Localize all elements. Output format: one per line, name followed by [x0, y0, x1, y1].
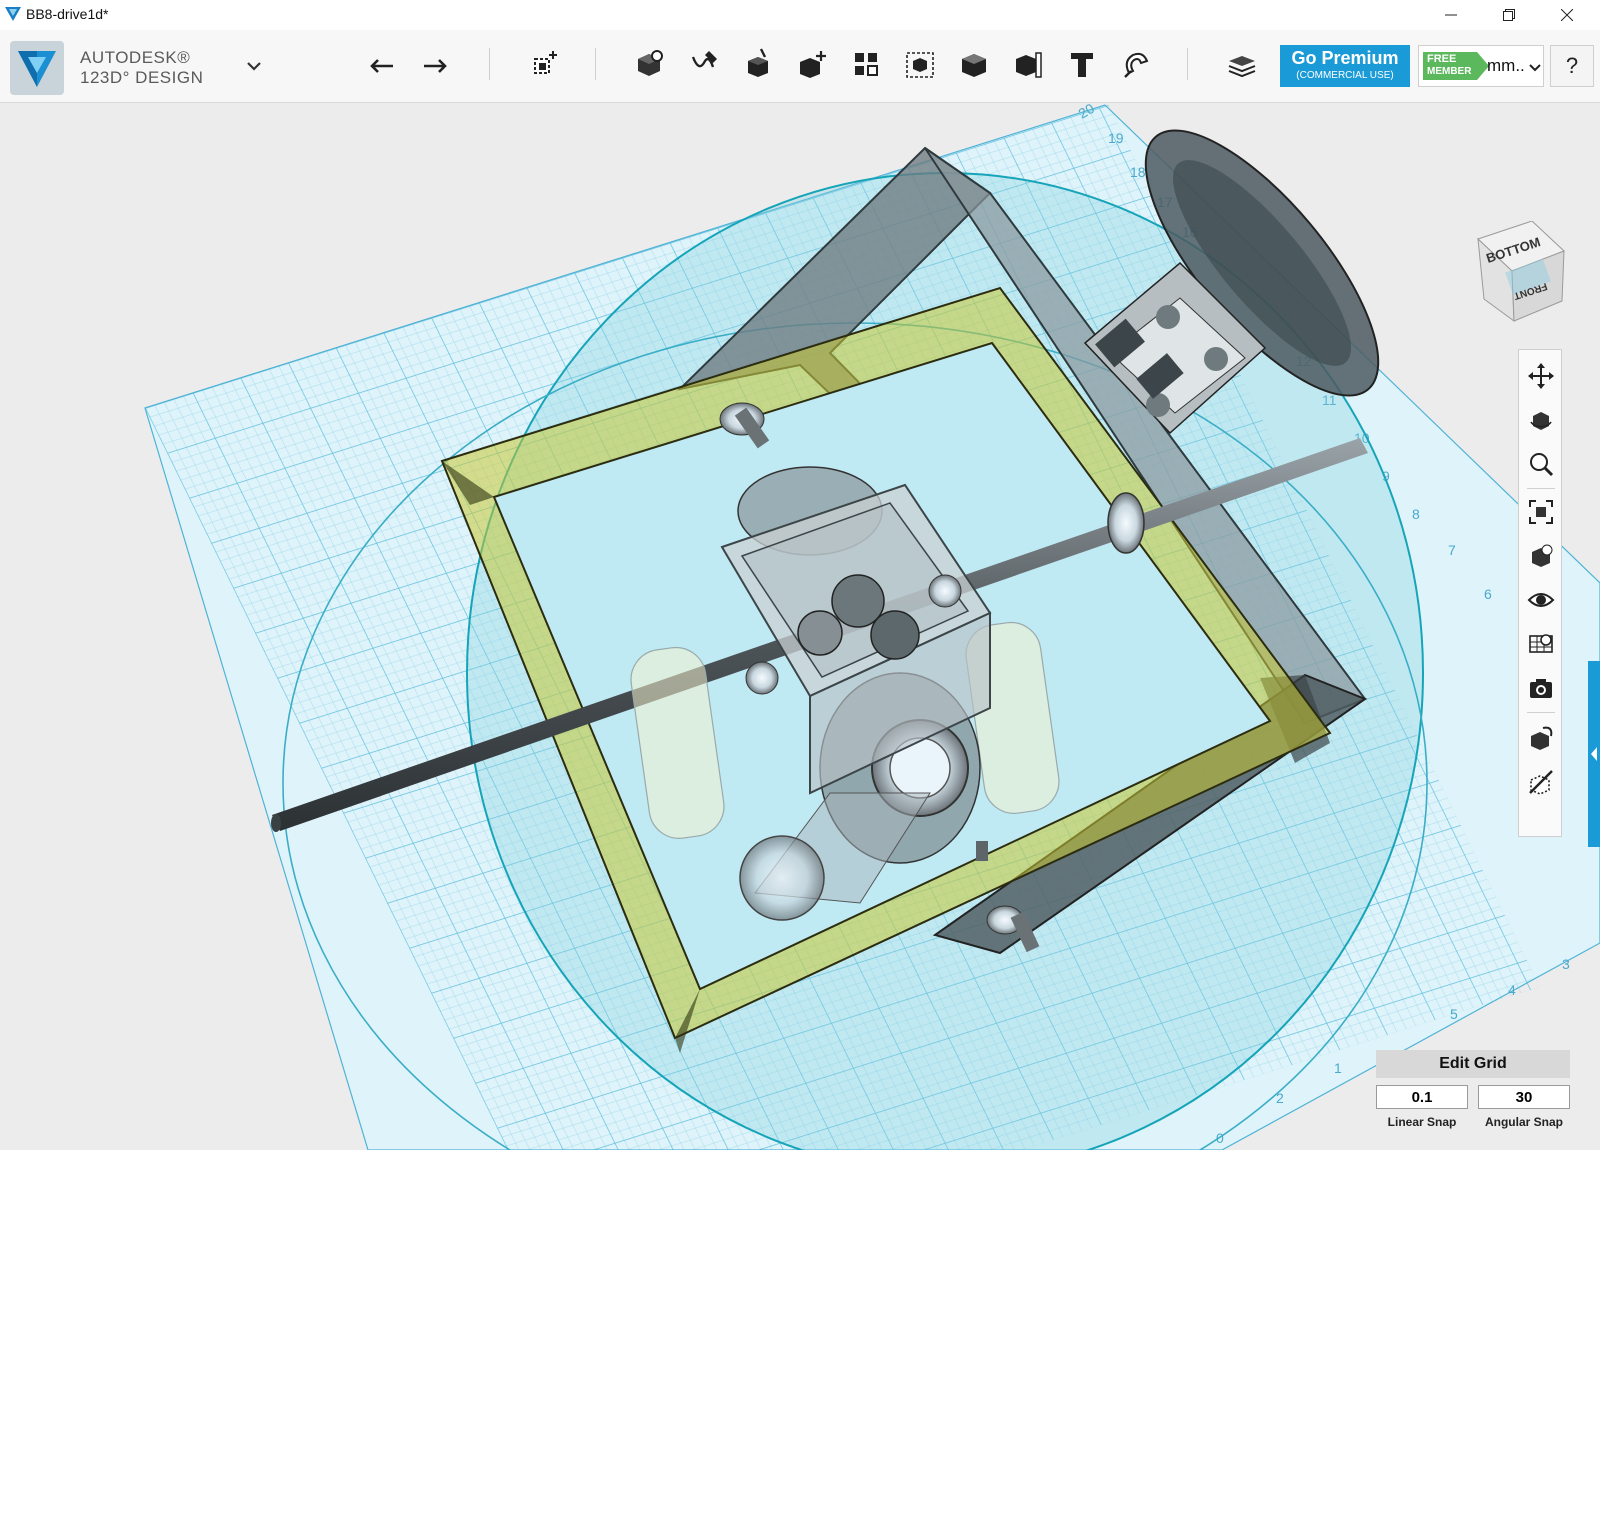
transform-icon — [534, 51, 557, 74]
sketch-button[interactable] — [682, 42, 726, 86]
screenshot-icon — [1530, 679, 1552, 698]
material-display-button[interactable] — [1525, 628, 1557, 660]
snap-icon — [1124, 52, 1149, 78]
badge-line1: FREE — [1427, 53, 1457, 65]
badge-line2: MEMBER — [1427, 66, 1472, 77]
combine-icon — [962, 54, 986, 77]
orbit-icon — [1530, 412, 1552, 430]
hide-icon — [1529, 770, 1553, 795]
pan-icon — [1528, 363, 1554, 389]
membership-units-dropdown[interactable]: FREE MEMBER mm.. — [1418, 45, 1544, 87]
fit-button[interactable] — [1525, 496, 1557, 528]
grouping-button[interactable] — [898, 42, 942, 86]
grid-label-19: 19 — [1108, 130, 1124, 146]
grid-label-6: 6 — [1484, 586, 1492, 602]
grid-label-4: 4 — [1508, 982, 1516, 998]
free-member-badge: FREE MEMBER — [1423, 52, 1489, 80]
grid-label-5: 5 — [1450, 1006, 1458, 1022]
snap-objects-icon — [1531, 726, 1553, 750]
3d-viewport[interactable]: 20 19 18 17 16 12 11 10 9 8 7 6 5 4 3 2 … — [0, 103, 1600, 1150]
side-panel-toggle[interactable] — [1588, 661, 1600, 847]
view-cube[interactable]: BOTTOM FRONT — [1474, 220, 1574, 331]
premium-subtitle: (COMMERCIAL USE) — [1296, 70, 1394, 81]
zoom-button[interactable] — [1525, 448, 1557, 480]
main-toolbar: AUTODESK® 123D° DESIGN Go Premium (COMME… — [0, 30, 1600, 103]
angular-snap-input[interactable] — [1478, 1085, 1570, 1109]
toolbar-divider — [489, 48, 490, 80]
text-icon — [1071, 53, 1093, 77]
hide-button[interactable] — [1525, 766, 1557, 798]
measure-button[interactable] — [1006, 42, 1050, 86]
undo-icon — [370, 59, 393, 73]
pan-button[interactable] — [1525, 360, 1557, 392]
pattern-button[interactable] — [844, 42, 888, 86]
combine-button[interactable] — [952, 42, 996, 86]
app-brand-logo[interactable] — [10, 41, 64, 95]
units-value: mm.. — [1487, 56, 1525, 75]
chevron-down-icon — [1529, 60, 1541, 78]
visibility-button[interactable] — [1525, 584, 1557, 616]
views-icon — [1532, 544, 1553, 567]
primitives-button[interactable] — [628, 42, 672, 86]
grid-label-1: 1 — [1334, 1060, 1342, 1076]
fit-icon — [1529, 500, 1553, 524]
brand-autodesk: AUTODESK® — [80, 48, 191, 67]
visibility-icon — [1527, 593, 1555, 607]
window-title: BB8-drive1d* — [26, 6, 109, 22]
construct-icon — [748, 48, 768, 77]
grouping-icon — [906, 52, 934, 78]
zoom-icon — [1530, 453, 1554, 477]
empty-area — [0, 1150, 1600, 1536]
navbar-divider — [1527, 712, 1555, 713]
premium-title: Go Premium — [1291, 48, 1399, 68]
title-bar: BB8-drive1d* — [0, 0, 1600, 30]
screenshot-button[interactable] — [1525, 672, 1557, 704]
brand-product: 123D° DESIGN — [80, 68, 204, 87]
edit-grid-button[interactable]: Edit Grid — [1376, 1050, 1570, 1078]
pattern-icon — [855, 53, 878, 76]
grid-label-8: 8 — [1412, 506, 1420, 522]
angular-snap-label: Angular Snap — [1484, 1115, 1563, 1129]
modify-icon — [800, 51, 826, 78]
edit-grid-panel: Edit Grid Linear Snap Angular Snap — [1376, 1050, 1570, 1134]
primitives-icon — [638, 50, 663, 76]
go-premium-button[interactable]: Go Premium (COMMERCIAL USE) — [1280, 45, 1410, 87]
close-icon[interactable] — [1544, 0, 1590, 30]
redo-icon — [424, 59, 447, 73]
toolbar-divider — [1187, 48, 1188, 80]
navigation-bar — [1518, 349, 1562, 837]
minimize-icon[interactable] — [1428, 0, 1474, 30]
toolbar-divider — [595, 48, 596, 80]
orbit-button[interactable] — [1525, 404, 1557, 436]
navbar-divider — [1527, 488, 1555, 489]
material-display-icon — [1529, 634, 1553, 653]
material-icon — [1228, 56, 1256, 78]
help-button[interactable]: ? — [1550, 45, 1594, 87]
transform-button[interactable] — [522, 42, 566, 86]
restore-icon[interactable] — [1486, 0, 1532, 30]
linear-snap-input[interactable] — [1376, 1085, 1468, 1109]
measure-icon — [1016, 52, 1042, 78]
snap-objects-button[interactable] — [1525, 722, 1557, 754]
redo-button[interactable] — [413, 42, 457, 86]
app-window: BB8-drive1d* AUTODESK® 123D° DESIGN Go P… — [0, 0, 1600, 1150]
undo-button[interactable] — [360, 42, 404, 86]
material-button[interactable] — [1220, 42, 1264, 86]
grid-label-3: 3 — [1562, 956, 1570, 972]
snap-button[interactable] — [1114, 42, 1158, 86]
text-button[interactable] — [1060, 42, 1104, 86]
modify-button[interactable] — [790, 42, 834, 86]
app-logo-icon — [4, 6, 22, 27]
grid-label-18: 18 — [1130, 164, 1146, 180]
app-menu-chevron-icon[interactable] — [244, 56, 264, 76]
views-button[interactable] — [1525, 540, 1557, 572]
linear-snap-label: Linear Snap — [1387, 1115, 1457, 1129]
grid-label-7: 7 — [1448, 542, 1456, 558]
scene-canvas[interactable]: 20 19 18 17 16 12 11 10 9 8 7 6 5 4 3 2 … — [0, 103, 1600, 1150]
sketch-icon — [691, 51, 717, 68]
construct-button[interactable] — [736, 42, 780, 86]
